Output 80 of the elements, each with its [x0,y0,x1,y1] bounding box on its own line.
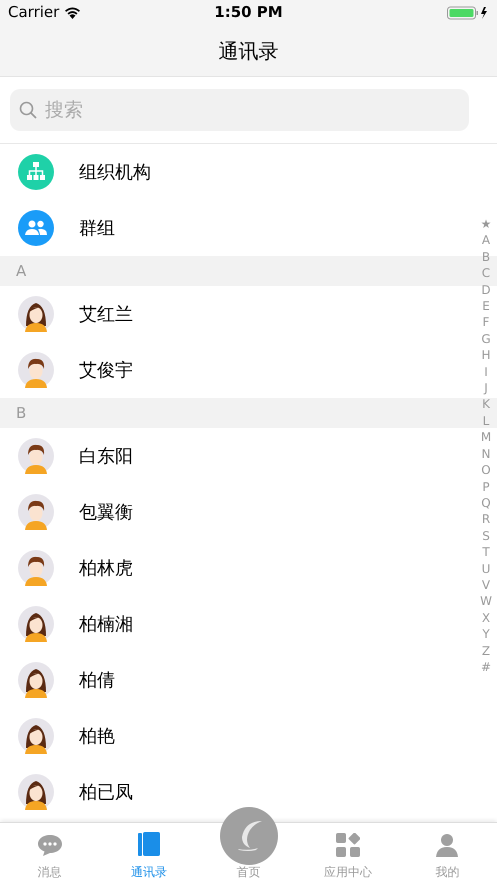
contact-row[interactable]: 柏楠湘 [0,596,470,652]
section-letter: A [16,260,26,282]
item-label: 群组 [79,216,115,240]
index-letter[interactable]: J [484,380,488,396]
contact-row[interactable]: 柏已凤 [0,764,470,820]
contact-name: 柏艳 [79,724,115,748]
index-letter[interactable]: L [482,412,490,430]
contact-name: 艾红兰 [79,302,133,326]
contact-name: 白东阳 [79,444,133,468]
list-item[interactable]: 群组 [0,200,470,256]
contact-row[interactable]: 柏艳 [0,708,470,764]
org-chart-icon [18,154,54,190]
people-icon [18,210,54,246]
contact-name: 柏林虎 [79,556,133,580]
index-letter[interactable]: B [482,248,490,266]
index-letter[interactable]: # [480,658,492,676]
avatar [18,718,54,754]
index-letter[interactable]: S [482,528,490,544]
index-letter[interactable]: ★ [480,216,492,232]
index-letter[interactable]: P [482,478,490,495]
contact-row[interactable]: 柏林虎 [0,540,470,596]
contact-row[interactable]: 柏倩 [0,652,470,708]
wifi-icon [64,6,82,19]
avatar [18,438,54,474]
sail-logo-icon[interactable] [220,807,278,865]
index-letter[interactable]: C [482,265,490,282]
contact-row[interactable]: 艾红兰 [0,286,470,342]
tab[interactable]: 我的 [398,823,497,883]
index-letter[interactable]: Q [481,494,491,512]
tab[interactable]: 通讯录 [99,823,199,883]
clock: 1:50 PM [214,2,283,24]
book-icon [138,831,160,857]
index-letter[interactable]: A [482,232,490,249]
carrier-label: Carrier [8,2,60,24]
index-letter[interactable]: U [482,560,490,577]
apps-grid-icon [336,833,360,857]
contact-name: 包翼衡 [79,500,133,524]
search-field[interactable]: 搜索 [10,89,469,131]
search-icon [19,101,37,119]
avatar [18,662,54,698]
index-letter[interactable]: H [481,347,491,364]
index-letter[interactable]: R [482,511,490,528]
index-letter[interactable]: D [481,282,491,298]
index-letter[interactable]: W [480,593,492,610]
index-letter[interactable]: T [482,544,490,561]
index-letter[interactable]: V [482,576,490,594]
index-letter[interactable]: F [482,314,490,331]
page-title: 通讯录 [218,38,278,64]
avatar [18,494,54,530]
index-letter[interactable]: M [480,429,492,446]
item-label: 组织机构 [79,160,151,184]
avatar [18,296,54,332]
contact-name: 柏楠湘 [79,612,133,636]
index-letter[interactable]: Z [482,642,490,659]
index-letter[interactable]: E [482,298,490,314]
list-item[interactable]: 组织机构 [0,144,470,200]
index-letter[interactable]: Y [482,626,490,643]
avatar [18,774,54,810]
index-letter[interactable]: K [482,396,490,413]
avatar [18,352,54,388]
tab[interactable]: 首页 [236,863,261,883]
avatar [18,550,54,586]
index-letter[interactable]: O [481,462,491,478]
section-letter: B [16,402,26,424]
contact-row[interactable]: 包翼衡 [0,484,470,540]
index-letter[interactable]: G [481,330,491,348]
chat-bubble-icon [36,833,63,857]
battery-icon [447,6,489,20]
contact-row[interactable]: 艾俊宇 [0,342,470,398]
index-letter[interactable]: I [484,364,488,380]
contact-name: 柏已凤 [79,780,133,804]
person-icon [435,833,460,857]
avatar [18,606,54,642]
contact-name: 柏倩 [79,668,115,692]
index-letter[interactable]: X [482,610,490,626]
tab[interactable]: 应用中心 [298,823,398,883]
contact-name: 艾俊宇 [79,358,133,382]
index-letter[interactable]: N [482,446,490,462]
tab[interactable]: 消息 [0,823,100,883]
contact-row[interactable]: 白东阳 [0,428,470,484]
